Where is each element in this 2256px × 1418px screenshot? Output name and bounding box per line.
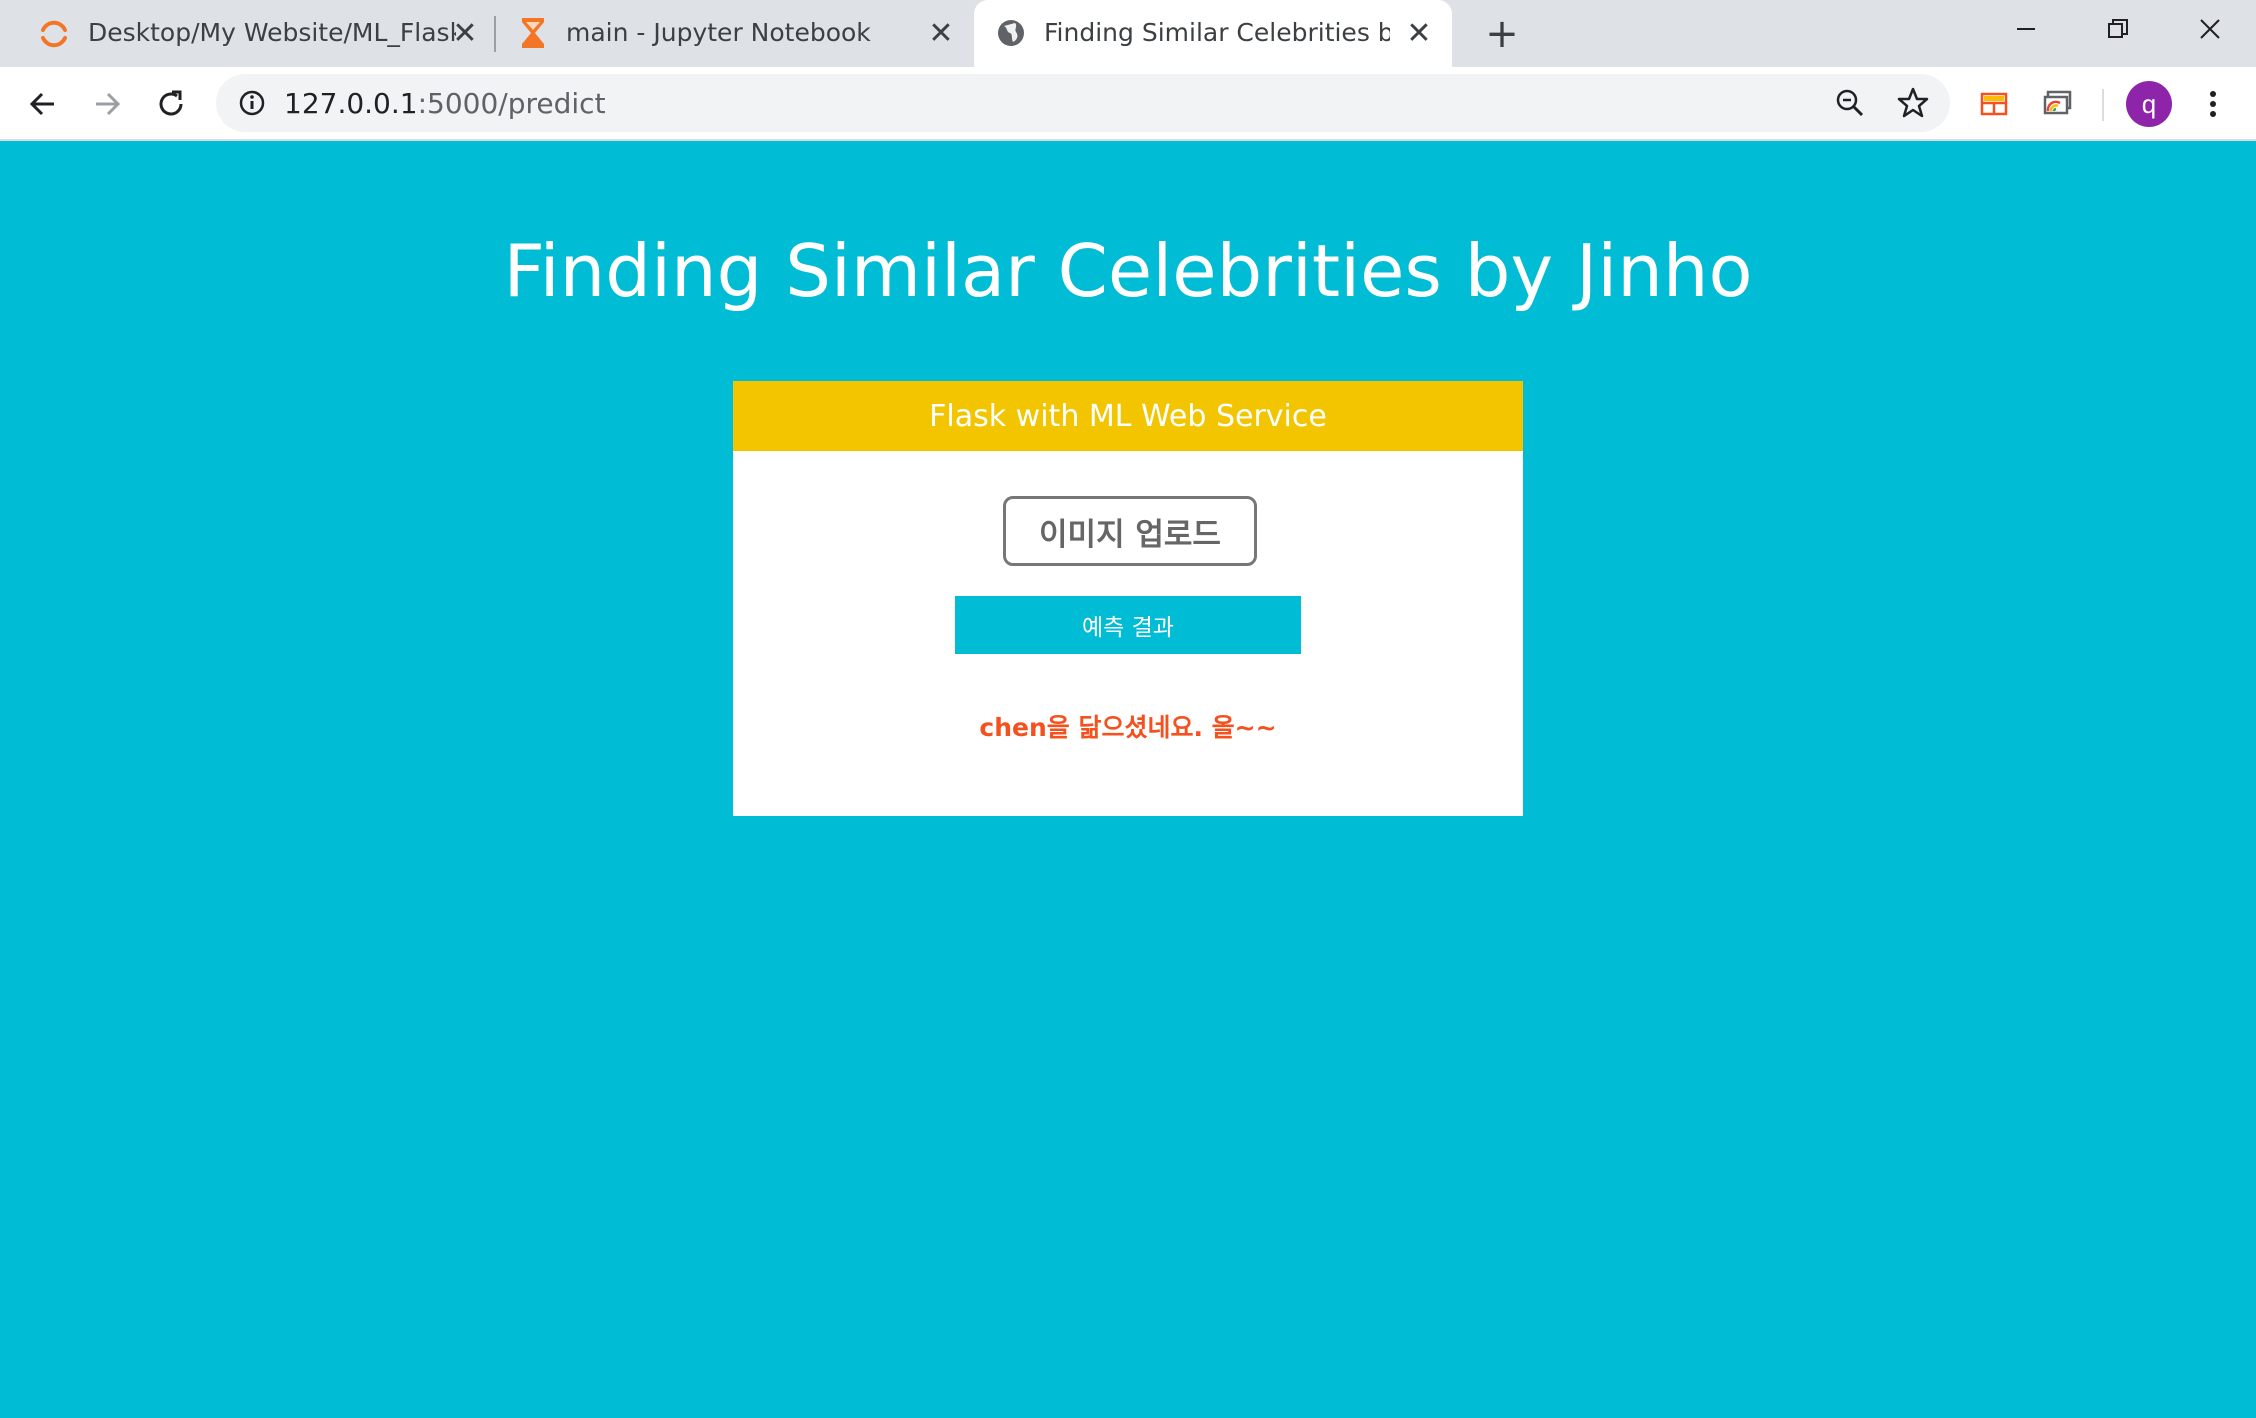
url-path: :5000/predict [417, 87, 606, 120]
card-header: Flask with ML Web Service [733, 381, 1523, 451]
tab-jupyter-files[interactable]: Desktop/My Website/ML_Flask_ ✕ [20, 0, 490, 67]
close-window-button[interactable] [2164, 0, 2256, 58]
cast-extension-button[interactable] [2035, 81, 2081, 127]
zoom-icon[interactable] [1834, 87, 1866, 119]
info-icon[interactable] [238, 89, 266, 117]
extension-grid-icon [1980, 92, 2008, 116]
hourglass-icon [518, 16, 548, 50]
browser-toolbar: 127.0.0.1:5000/predict q [0, 67, 2256, 141]
toolbar-separator [2102, 89, 2104, 121]
web-page: Finding Similar Celebrities by Jinho Fla… [0, 141, 2256, 1418]
restore-icon [2108, 19, 2128, 38]
url-host: 127.0.0.1 [284, 87, 418, 120]
minimize-icon [2017, 28, 2035, 30]
minimize-button[interactable] [1980, 0, 2072, 58]
menu-button[interactable] [2190, 81, 2236, 127]
tab-jupyter-notebook[interactable]: main - Jupyter Notebook ✕ [500, 0, 970, 67]
tab-title: Desktop/My Website/ML_Flask_ [88, 18, 456, 47]
reload-icon [159, 90, 183, 116]
globe-icon [996, 18, 1026, 48]
cast-icon [2043, 90, 2072, 115]
forward-button[interactable] [84, 81, 130, 127]
close-icon[interactable]: ✕ [924, 16, 958, 51]
back-arrow-icon [29, 92, 54, 116]
page-title: Finding Similar Celebrities by Jinho [503, 229, 1753, 313]
predict-result-button[interactable]: 예측 결과 [955, 596, 1301, 654]
tab-separator [494, 16, 496, 52]
prediction-result-text: chen을 닮으셨네요. 올~~ [979, 713, 1277, 742]
address-bar[interactable]: 127.0.0.1:5000/predict [216, 74, 1950, 132]
profile-avatar[interactable]: q [2126, 81, 2172, 127]
restore-button[interactable] [2072, 0, 2164, 58]
close-icon [2200, 19, 2220, 39]
url-text[interactable]: 127.0.0.1:5000/predict [284, 87, 606, 120]
more-vertical-icon [2210, 91, 2216, 117]
close-icon[interactable]: ✕ [1402, 16, 1436, 51]
bookmark-star-icon[interactable] [1896, 86, 1930, 120]
tab-title: main - Jupyter Notebook [566, 18, 871, 47]
tab-strip: Desktop/My Website/ML_Flask_ ✕ main - Ju… [0, 0, 2256, 67]
upload-image-button[interactable]: 이미지 업로드 [1003, 496, 1257, 566]
tab-finding-similar-celebrities[interactable]: Finding Similar Celebrities by Jin ✕ [974, 0, 1452, 67]
forward-arrow-icon [96, 92, 121, 116]
new-tab-button[interactable]: + [1478, 10, 1526, 58]
loading-spinner-icon [38, 18, 70, 50]
close-icon[interactable]: ✕ [448, 16, 482, 51]
tab-title: Finding Similar Celebrities by Jin [1044, 18, 1390, 47]
prediction-card: Flask with ML Web Service 이미지 업로드 예측 결과 … [733, 381, 1523, 816]
back-button[interactable] [20, 81, 66, 127]
reload-button[interactable] [148, 81, 194, 127]
extension-button[interactable] [1971, 81, 2017, 127]
